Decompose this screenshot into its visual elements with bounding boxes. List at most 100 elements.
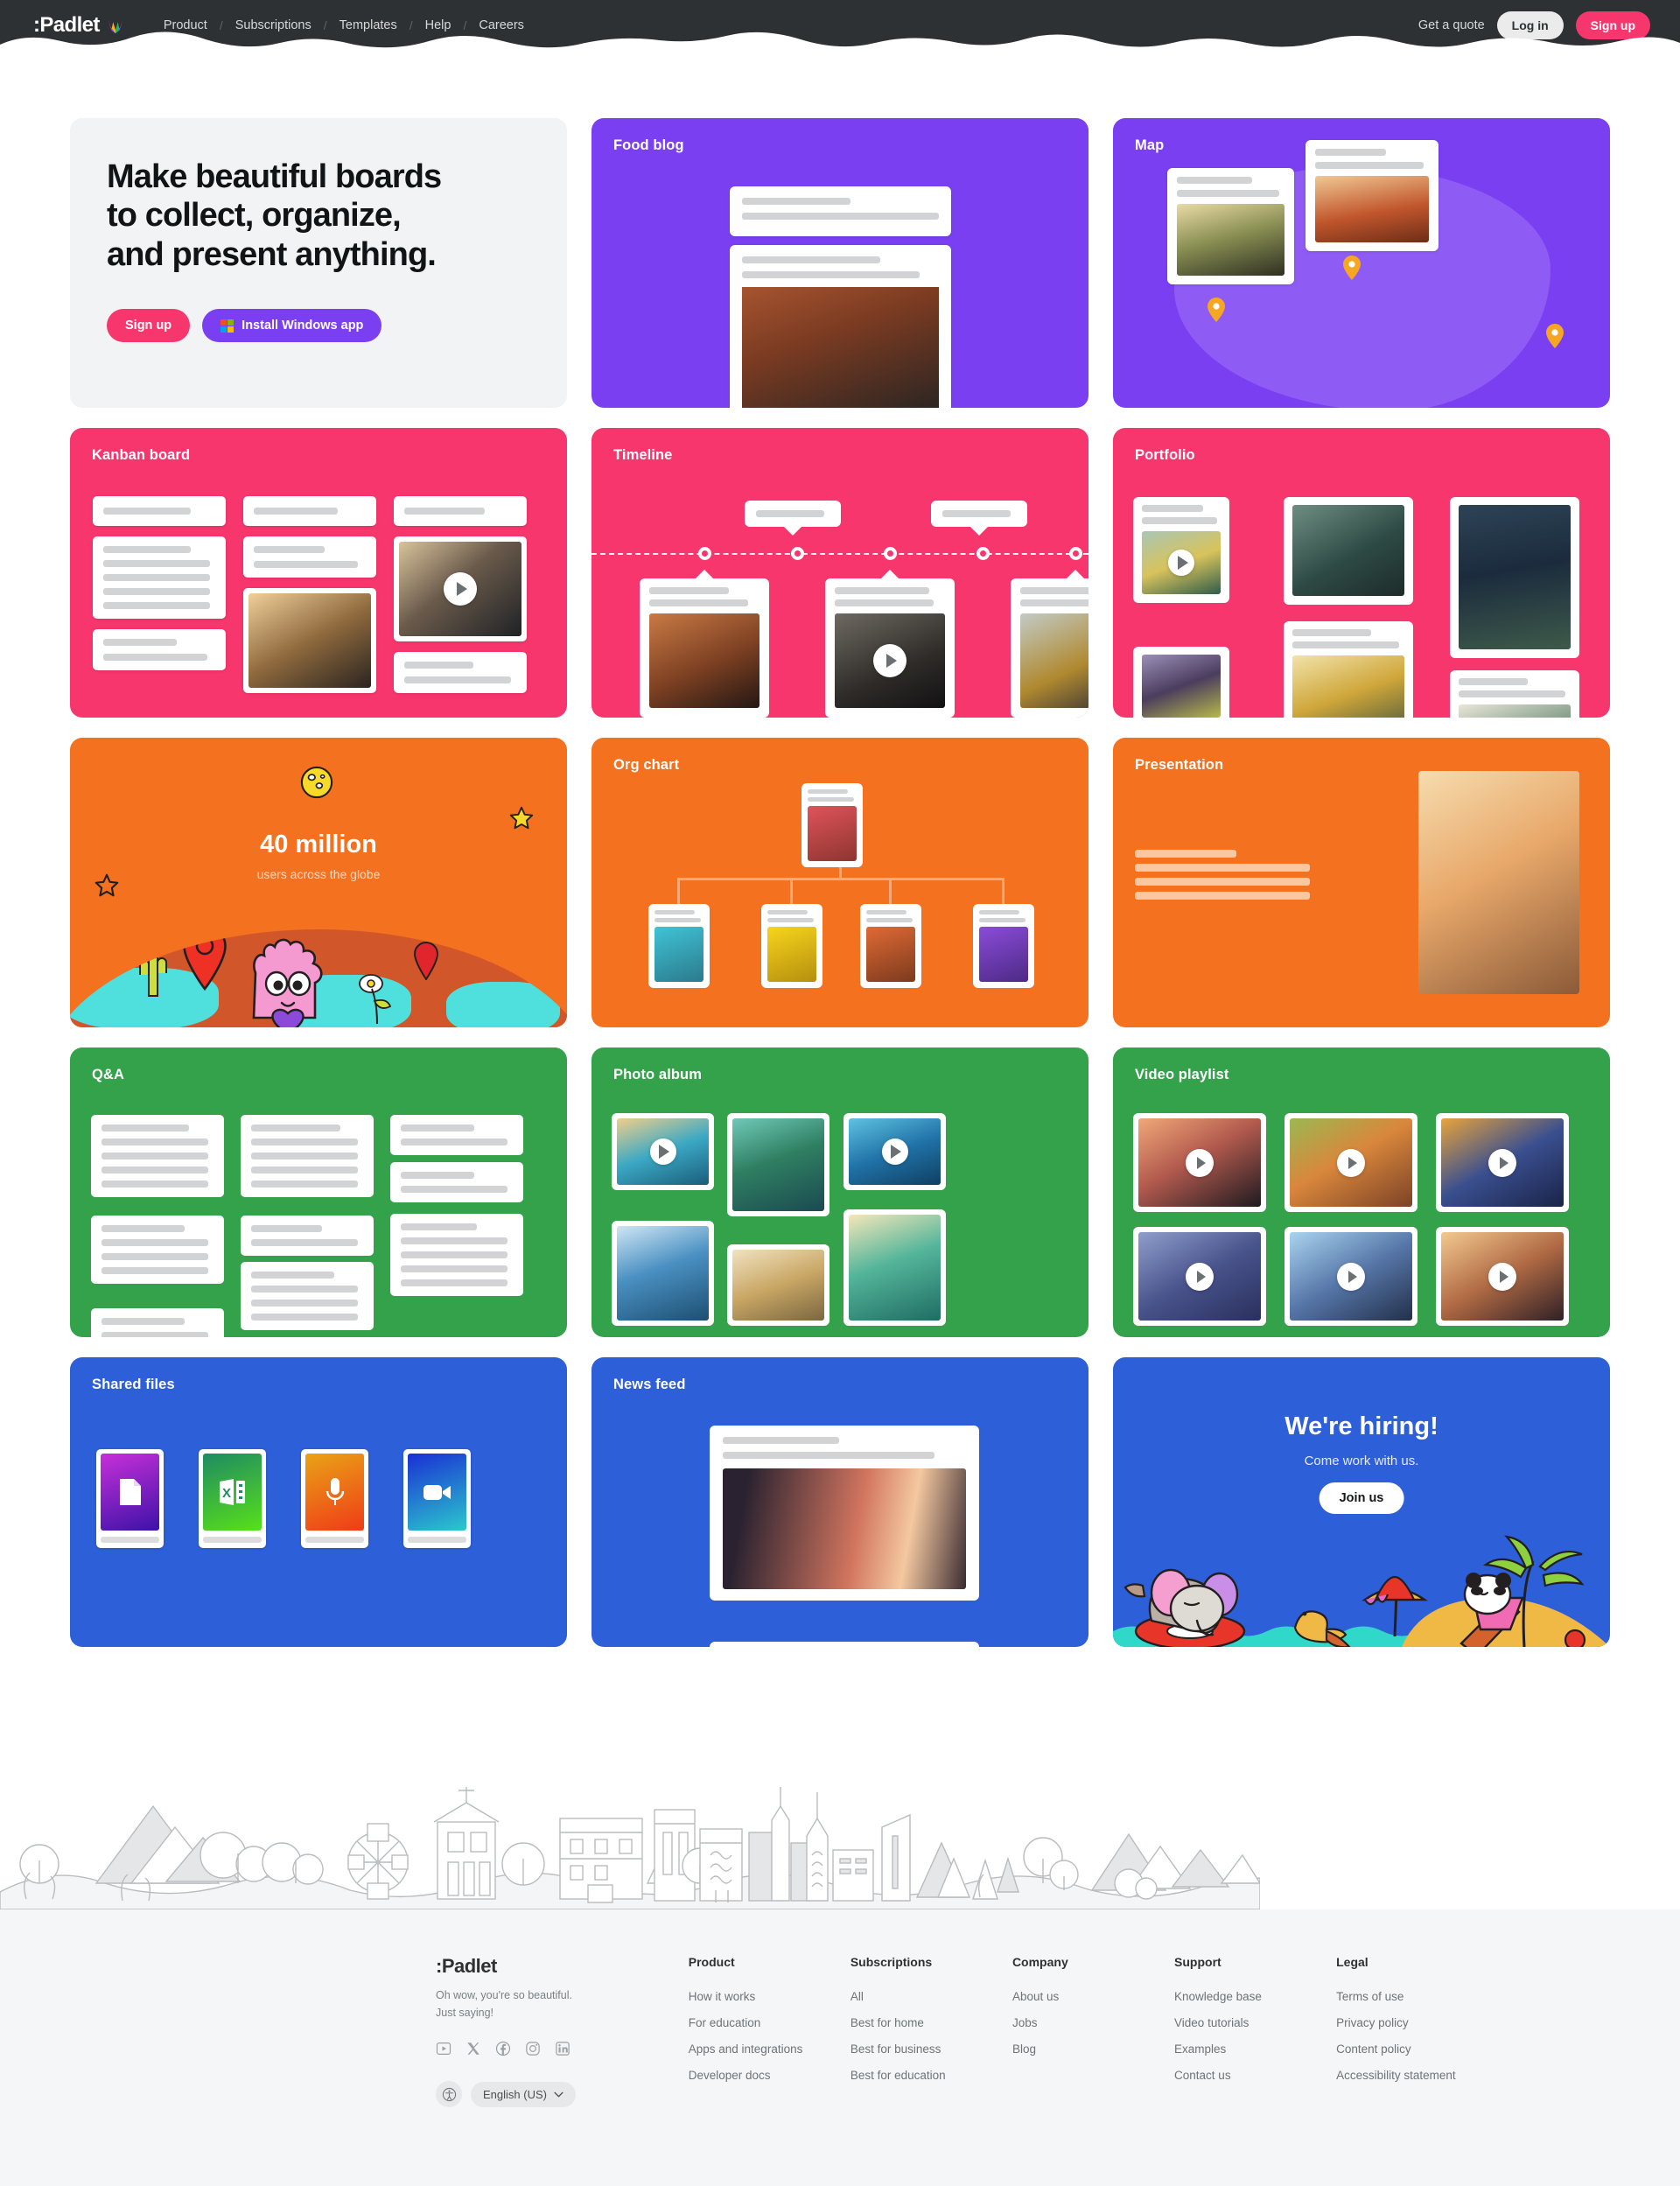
footer-logo[interactable]: :Padlet — [436, 1955, 689, 1978]
card-presentation[interactable]: Presentation — [1113, 738, 1610, 1027]
album-photo — [612, 1113, 714, 1190]
play-icon[interactable] — [649, 1139, 676, 1165]
play-icon[interactable] — [1488, 1262, 1516, 1291]
footer-link-best-for-home[interactable]: Best for home — [850, 2016, 1012, 2029]
timeline-post — [1011, 578, 1088, 718]
video-thumbnail — [1436, 1227, 1569, 1326]
join-us-button[interactable]: Join us — [1319, 1482, 1404, 1514]
footer-link-how-it-works[interactable]: How it works — [689, 1990, 850, 2003]
play-icon[interactable] — [444, 572, 477, 606]
card-title-portfolio: Portfolio — [1135, 447, 1195, 463]
footer-link-blog[interactable]: Blog — [1012, 2042, 1174, 2056]
instagram-icon[interactable] — [525, 2041, 541, 2056]
video-thumbnail — [1436, 1113, 1569, 1212]
footer-link-apps-and-integrations[interactable]: Apps and integrations — [689, 2042, 850, 2056]
kanban-column — [243, 496, 376, 704]
card-title-photo-album: Photo album — [613, 1067, 703, 1082]
language-selector-label: English (US) — [483, 2087, 547, 2101]
card-kanban-board[interactable]: Kanban board — [70, 428, 567, 718]
play-icon[interactable] — [1168, 550, 1194, 576]
footer-link-contact-us[interactable]: Contact us — [1174, 2069, 1336, 2082]
org-node-child — [648, 904, 710, 988]
footer-link-video-tutorials[interactable]: Video tutorials — [1174, 2016, 1336, 2029]
youtube-icon[interactable] — [436, 2041, 452, 2056]
kanban-column — [93, 496, 226, 681]
footer-link-for-education[interactable]: For education — [689, 2016, 850, 2029]
timeline-node — [1069, 547, 1082, 560]
microsoft-windows-icon — [220, 319, 234, 333]
qa-post — [390, 1214, 523, 1296]
presentation-text-skeleton — [1135, 850, 1310, 906]
document-file-icon — [101, 1454, 159, 1531]
timeline-node — [791, 547, 804, 560]
play-icon[interactable] — [1186, 1148, 1214, 1177]
facebook-icon[interactable] — [495, 2041, 511, 2056]
portfolio-post — [1450, 670, 1579, 718]
card-video-playlist[interactable]: Video playlist — [1113, 1047, 1610, 1337]
timeline-node — [884, 547, 897, 560]
card-shared-files[interactable]: Shared files X — [70, 1357, 567, 1647]
album-photo — [727, 1244, 830, 1326]
card-portfolio[interactable]: Portfolio — [1113, 428, 1610, 718]
video-thumbnail — [1284, 1227, 1418, 1326]
timeline-post — [825, 578, 955, 718]
footer-column-subscriptions: Subscriptions All Best for home Best for… — [850, 1955, 1012, 2107]
map-post-elephant — [1167, 168, 1294, 284]
chevron-down-icon — [554, 2091, 564, 2098]
card-timeline[interactable]: Timeline — [592, 428, 1088, 718]
cactus-icon — [139, 945, 167, 997]
footer-link-developer-docs[interactable]: Developer docs — [689, 2069, 850, 2082]
card-org-chart[interactable]: Org chart — [592, 738, 1088, 1027]
footer-link-knowledge-base[interactable]: Knowledge base — [1174, 1990, 1336, 2003]
card-map[interactable]: Map — [1113, 118, 1610, 408]
footer-link-best-for-education[interactable]: Best for education — [850, 2069, 1012, 2082]
spreadsheet-file-icon: X — [203, 1454, 262, 1531]
language-selector[interactable]: English (US) — [471, 2081, 576, 2107]
play-icon[interactable] — [1488, 1148, 1516, 1177]
card-were-hiring[interactable]: We're hiring! Come work with us. Join us — [1113, 1357, 1610, 1647]
x-twitter-icon[interactable] — [466, 2041, 481, 2056]
footer-link-terms-of-use[interactable]: Terms of use — [1336, 1990, 1522, 2003]
footer-link-all[interactable]: All — [850, 1990, 1012, 2003]
footer-column-product: Product How it works For education Apps … — [689, 1955, 850, 2107]
footer-link-examples[interactable]: Examples — [1174, 2042, 1336, 2056]
org-node-child — [973, 904, 1034, 988]
footer-link-best-for-business[interactable]: Best for business — [850, 2042, 1012, 2056]
footer-heading-company: Company — [1012, 1955, 1068, 1969]
microphone-icon — [305, 1454, 364, 1531]
card-qa[interactable]: Q&A — [70, 1047, 567, 1337]
timeline-axis — [592, 553, 1088, 555]
linkedin-icon[interactable] — [555, 2041, 570, 2056]
footer-column-company: Company About us Jobs Blog — [1012, 1955, 1174, 2107]
food-photo — [742, 287, 939, 408]
footer-link-jobs[interactable]: Jobs — [1012, 2016, 1174, 2029]
play-icon[interactable] — [1186, 1262, 1214, 1291]
play-icon[interactable] — [1337, 1262, 1365, 1291]
hero-panel: Make beautiful boards to collect, organi… — [70, 118, 567, 408]
hero-signup-button[interactable]: Sign up — [107, 309, 191, 343]
footer-link-content-policy[interactable]: Content policy — [1336, 2042, 1522, 2056]
install-windows-app-button[interactable]: Install Windows app — [202, 309, 382, 343]
footer-link-about-us[interactable]: About us — [1012, 1990, 1174, 2003]
card-photo-album[interactable]: Photo album — [592, 1047, 1088, 1337]
play-icon[interactable] — [1337, 1148, 1365, 1177]
accessibility-icon[interactable] — [436, 2081, 462, 2107]
play-icon[interactable] — [881, 1139, 908, 1165]
portfolio-post — [1284, 621, 1413, 718]
card-news-feed[interactable]: News feed — [592, 1357, 1088, 1647]
card-food-blog[interactable]: Food blog — [592, 118, 1088, 408]
header-wave-divider — [0, 32, 1680, 52]
album-photo — [844, 1113, 946, 1190]
card-title-qa: Q&A — [92, 1067, 124, 1082]
card-user-stat: 40 million users across the globe — [70, 738, 567, 1027]
map-pin-icon — [1546, 324, 1564, 348]
video-thumbnail — [1284, 1113, 1418, 1212]
footer-link-accessibility-statement[interactable]: Accessibility statement — [1336, 2069, 1522, 2082]
map-pin-icon — [1343, 256, 1361, 280]
footer-link-privacy-policy[interactable]: Privacy policy — [1336, 2016, 1522, 2029]
qa-post — [241, 1262, 374, 1330]
footer-column-support: Support Knowledge base Video tutorials E… — [1174, 1955, 1336, 2107]
beach-illustration — [1113, 1535, 1610, 1647]
play-icon[interactable] — [873, 644, 906, 677]
hero-headline-line-1: Make beautiful boards — [107, 158, 442, 195]
